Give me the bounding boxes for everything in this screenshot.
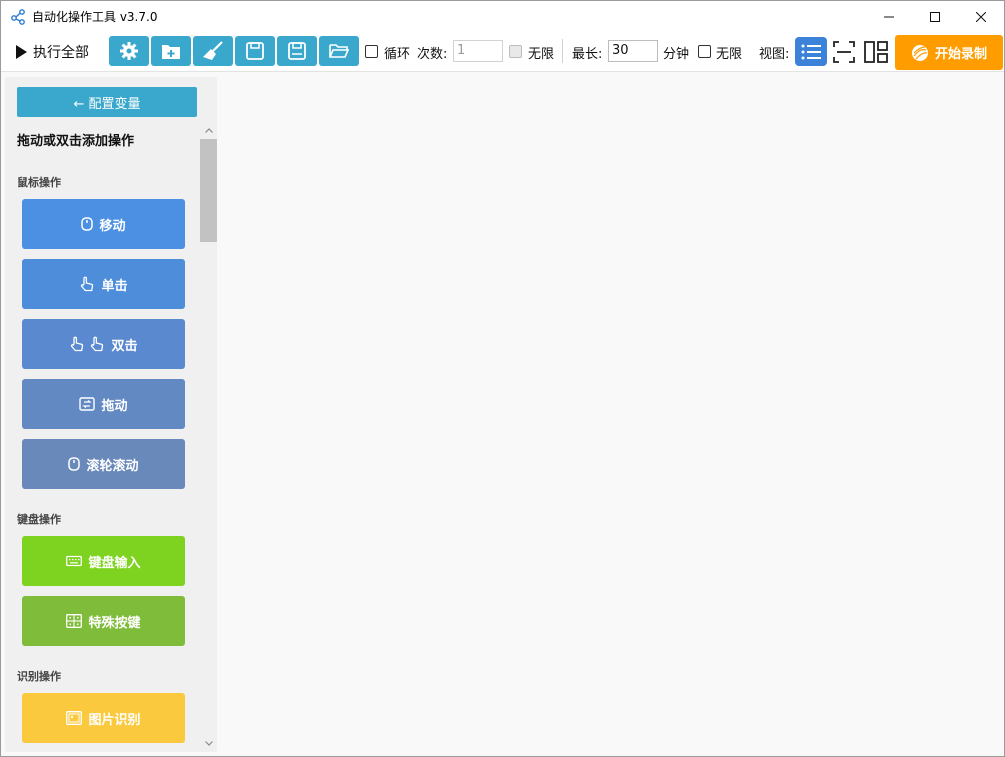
count-unlimited-checkbox[interactable] <box>509 45 522 58</box>
maximize-icon <box>930 11 940 22</box>
toolbar: 执行全部 循环 次数: 1 无限 最长: 30 分钟 无限 视图: 开始录制 <box>1 32 1004 72</box>
gear-icon <box>120 42 138 60</box>
save-as-icon <box>288 42 306 60</box>
image-icon <box>66 711 83 725</box>
app-window: 自动化操作工具 v3.7.0 执行全部 循环 次数: 1 无限 最长: 30 分… <box>0 0 1005 757</box>
view-label: 视图: <box>759 47 790 62</box>
start-recording-button[interactable]: 开始录制 <box>895 35 1003 70</box>
maximize-button[interactable] <box>912 1 958 32</box>
share-nodes-icon <box>10 8 26 25</box>
window-controls <box>866 1 1004 32</box>
grid-view-button[interactable] <box>860 37 892 66</box>
max-duration-input[interactable]: 30 <box>608 40 658 62</box>
title-bar: 自动化操作工具 v3.7.0 <box>1 1 1004 32</box>
drag-icon <box>79 397 96 411</box>
max-unlimited-label: 无限 <box>716 47 743 62</box>
op-keyboard-input-label: 键盘输入 <box>88 555 141 571</box>
close-icon <box>976 11 986 22</box>
list-view-button[interactable] <box>795 37 827 66</box>
scroll-thumb[interactable] <box>200 139 217 242</box>
keyboard-icon <box>66 555 83 567</box>
double-hand-icon <box>69 336 105 352</box>
save-button[interactable] <box>235 36 275 66</box>
toolbar-divider <box>562 39 563 63</box>
record-label: 开始录制 <box>934 47 987 62</box>
grid-view-icon <box>864 40 888 63</box>
operation-workspace[interactable] <box>219 73 1004 756</box>
op-scroll-label: 滚轮滚动 <box>86 458 139 474</box>
minimize-button[interactable] <box>866 1 912 32</box>
op-move-button[interactable]: 移动 <box>22 199 185 249</box>
op-drag-label: 拖动 <box>101 398 128 414</box>
op-scroll-button[interactable]: 滚轮滚动 <box>22 439 185 489</box>
scroll-up-arrow[interactable] <box>200 123 217 137</box>
loop-checkbox[interactable] <box>365 45 378 58</box>
loop-label: 循环 <box>384 47 411 62</box>
op-special-key-label: 特殊按键 <box>88 615 141 631</box>
sidebar-hint: 拖动或双击添加操作 <box>17 134 135 149</box>
op-drag-button[interactable]: 拖动 <box>22 379 185 429</box>
settings-button[interactable] <box>109 36 149 66</box>
clear-button[interactable] <box>193 36 233 66</box>
pointer-hand-icon <box>79 276 95 292</box>
close-button[interactable] <box>958 1 1004 32</box>
play-icon <box>16 45 27 59</box>
op-double-click-label: 双击 <box>111 338 138 354</box>
open-folder-button[interactable] <box>319 36 359 66</box>
op-image-recognition-label: 图片识别 <box>88 712 141 728</box>
add-folder-icon <box>162 45 180 59</box>
op-image-recognition-button[interactable]: 图片识别 <box>22 693 185 743</box>
sidebar-scrollbar[interactable] <box>200 123 217 752</box>
run-all-button[interactable]: 执行全部 <box>15 40 89 64</box>
op-click-label: 单击 <box>101 278 128 294</box>
op-keyboard-input-button[interactable]: 键盘输入 <box>22 536 185 586</box>
save-icon <box>246 42 264 60</box>
scroll-mouse-icon <box>68 457 81 471</box>
operation-sidebar: ← 配置变量 拖动或双击添加操作 鼠标操作 移动 单击 双击 拖动 滚轮滚动 键… <box>5 77 217 752</box>
count-unlimited-label: 无限 <box>528 47 555 62</box>
special-key-icon <box>66 614 83 628</box>
run-all-label: 执行全部 <box>33 45 89 61</box>
mouse-icon <box>81 217 94 231</box>
section-keyboard: 键盘操作 <box>17 513 61 526</box>
compact-view-icon <box>833 40 855 63</box>
op-move-label: 移动 <box>99 218 126 234</box>
chevron-up-icon <box>204 127 213 133</box>
config-variables-button[interactable]: ← 配置变量 <box>17 87 197 117</box>
chevron-down-icon <box>204 740 213 746</box>
open-folder-icon <box>329 44 349 58</box>
broom-icon <box>203 41 223 60</box>
minutes-label: 分钟 <box>663 47 690 62</box>
compact-view-button[interactable] <box>828 37 860 66</box>
minimize-icon <box>884 16 894 17</box>
add-folder-button[interactable] <box>151 36 191 66</box>
record-icon <box>911 44 928 61</box>
op-click-button[interactable]: 单击 <box>22 259 185 309</box>
count-label: 次数: <box>417 47 448 62</box>
window-title: 自动化操作工具 v3.7.0 <box>32 10 158 24</box>
op-special-key-button[interactable]: 特殊按键 <box>22 596 185 646</box>
count-input[interactable]: 1 <box>453 40 503 62</box>
list-view-icon <box>801 44 821 59</box>
save-as-button[interactable] <box>277 36 317 66</box>
section-mouse: 鼠标操作 <box>17 176 61 189</box>
scroll-down-arrow[interactable] <box>200 736 217 750</box>
max-unlimited-checkbox[interactable] <box>698 45 711 58</box>
max-label: 最长: <box>572 47 603 62</box>
op-double-click-button[interactable]: 双击 <box>22 319 185 369</box>
section-recognition: 识别操作 <box>17 670 61 683</box>
